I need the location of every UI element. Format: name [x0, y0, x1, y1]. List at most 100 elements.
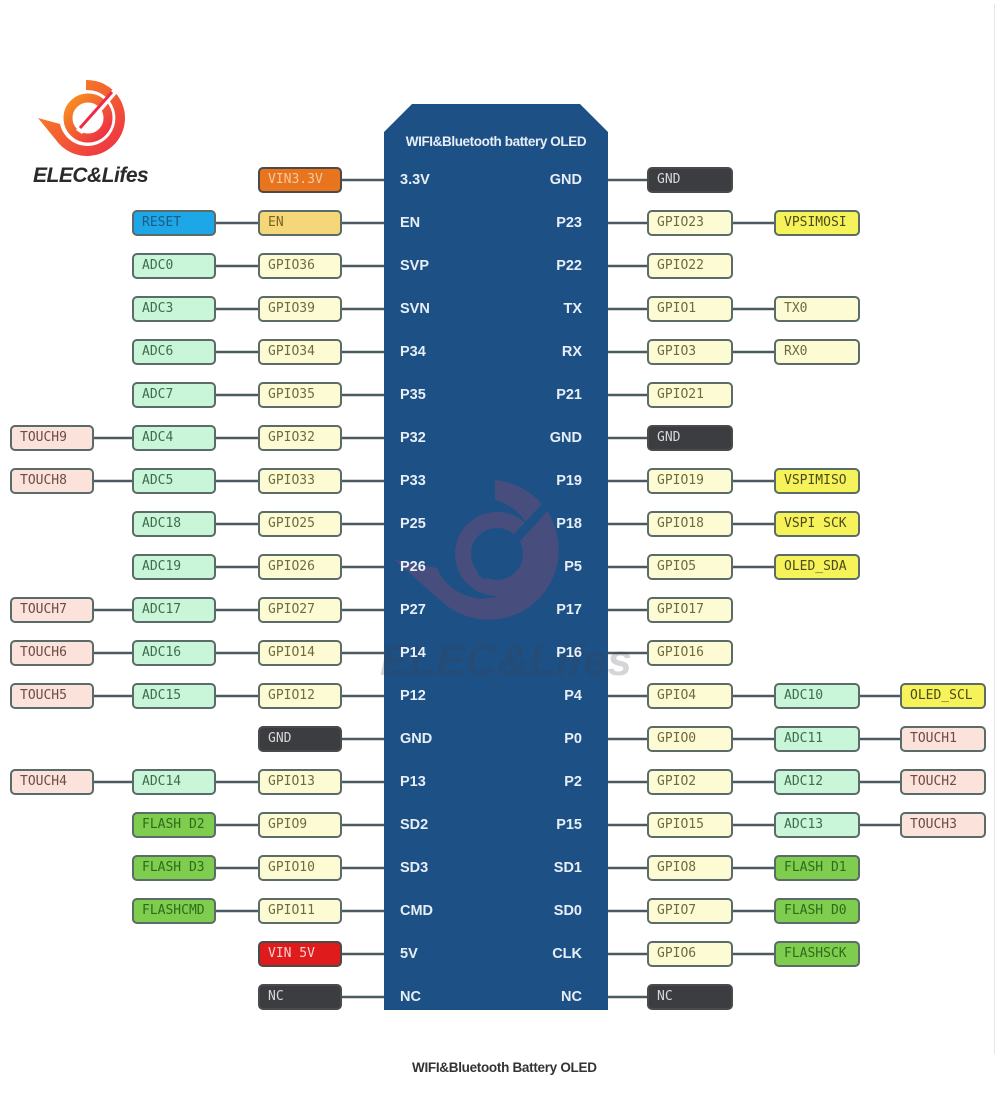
- pin-name-right: GND: [549, 430, 582, 446]
- pin-label-gpio: GPIO1: [647, 296, 733, 322]
- pin-name-right: SD0: [553, 903, 582, 919]
- pin-name-right: P5: [564, 559, 582, 575]
- pin-label-gpio: GPIO25: [258, 511, 342, 537]
- pin-label-flash: FLASHCMD: [132, 898, 216, 924]
- pin-label-uart: RX0: [774, 339, 860, 365]
- pin-label-power-5v: VIN 5V: [258, 941, 342, 967]
- pin-label-adc: ADC17: [132, 597, 216, 623]
- diagram-caption: WIFI&Bluetooth Battery OLED: [412, 1060, 597, 1075]
- pin-label-gpio: GPIO15: [647, 812, 733, 838]
- pin-name-right: P2: [564, 774, 582, 790]
- pin-name-left: EN: [400, 215, 421, 231]
- pin-label-uart: TX0: [774, 296, 860, 322]
- pin-label-gpio: GPIO13: [258, 769, 342, 795]
- pin-name-left: P34: [400, 344, 426, 360]
- pin-name-right: TX: [563, 301, 582, 317]
- pin-label-adc: ADC6: [132, 339, 216, 365]
- pin-label-touch: TOUCH4: [10, 769, 94, 795]
- pin-label-gpio: GPIO17: [647, 597, 733, 623]
- pin-name-right: CLK: [552, 946, 582, 962]
- pin-label-touch: TOUCH9: [10, 425, 94, 451]
- pin-label-adc: ADC4: [132, 425, 216, 451]
- pin-label-adc: ADC16: [132, 640, 216, 666]
- pin-name-right: P4: [564, 688, 582, 704]
- pin-label-adc: ADC14: [132, 769, 216, 795]
- pin-label-gpio: GPIO21: [647, 382, 733, 408]
- pin-name-left: P32: [400, 430, 426, 446]
- pin-label-ground: NC: [647, 984, 733, 1010]
- pin-label-peripheral-highlight: OLED_SDA: [774, 554, 860, 580]
- pin-name-left: SD3: [400, 860, 429, 876]
- pin-name-right: P18: [556, 516, 582, 532]
- pin-label-gpio: GPIO2: [647, 769, 733, 795]
- pin-label-adc: ADC10: [774, 683, 860, 709]
- pin-label-adc: ADC12: [774, 769, 860, 795]
- pin-label-adc: ADC5: [132, 468, 216, 494]
- pin-name-left: 5V: [400, 946, 418, 962]
- pin-label-gpio: GPIO8: [647, 855, 733, 881]
- pin-label-flash: FLASH D0: [774, 898, 860, 924]
- pin-name-right: P22: [556, 258, 582, 274]
- pin-label-gpio: GPIO12: [258, 683, 342, 709]
- pin-label-gpio: GPIO35: [258, 382, 342, 408]
- pin-name-left: P25: [400, 516, 426, 532]
- pin-label-touch: TOUCH3: [900, 812, 986, 838]
- pin-label-gpio: GPIO39: [258, 296, 342, 322]
- pin-label-gpio: GPIO7: [647, 898, 733, 924]
- pin-name-left: P12: [400, 688, 426, 704]
- pin-name-right: P15: [556, 817, 582, 833]
- pin-name-left: CMD: [400, 903, 434, 919]
- pin-label-gpio: GPIO18: [647, 511, 733, 537]
- pin-name-left: 3.3V: [400, 172, 430, 188]
- pin-label-adc: ADC19: [132, 554, 216, 580]
- pin-label-adc: ADC11: [774, 726, 860, 752]
- pin-label-gpio: GPIO33: [258, 468, 342, 494]
- pin-label-gpio: GPIO5: [647, 554, 733, 580]
- pin-label-flash: FLASH D1: [774, 855, 860, 881]
- pin-label-gpio: GPIO11: [258, 898, 342, 924]
- pin-label-adc: ADC13: [774, 812, 860, 838]
- pin-label-flash: FLASHSCK: [774, 941, 860, 967]
- pin-name-left: P26: [400, 559, 426, 575]
- pin-name-left: GND: [400, 731, 433, 747]
- pin-label-touch: TOUCH2: [900, 769, 986, 795]
- pin-label-gpio: GPIO23: [647, 210, 733, 236]
- pin-name-right: P21: [556, 387, 582, 403]
- pin-name-right: NC: [561, 989, 582, 1005]
- pin-label-gpio: GPIO16: [647, 640, 733, 666]
- pin-label-gpio: GPIO27: [258, 597, 342, 623]
- pin-label-flash: FLASH D3: [132, 855, 216, 881]
- pin-name-left: P33: [400, 473, 426, 489]
- pin-label-gpio: GPIO34: [258, 339, 342, 365]
- pin-name-left: P14: [400, 645, 426, 661]
- pin-label-adc: ADC3: [132, 296, 216, 322]
- pin-name-left: P35: [400, 387, 426, 403]
- pin-label-peripheral-highlight: VSPIMISO: [774, 468, 860, 494]
- pin-label-flash: FLASH D2: [132, 812, 216, 838]
- pin-label-gpio: GPIO26: [258, 554, 342, 580]
- pin-name-left: SD2: [400, 817, 429, 833]
- pin-label-peripheral-highlight: VSPI SCK: [774, 511, 860, 537]
- pin-label-touch: TOUCH6: [10, 640, 94, 666]
- pin-name-right: P16: [556, 645, 582, 661]
- pin-label-gpio: GPIO22: [647, 253, 733, 279]
- pin-label-enable: EN: [258, 210, 342, 236]
- pin-label-adc: ADC18: [132, 511, 216, 537]
- pin-label-peripheral-highlight: OLED_SCL: [900, 683, 986, 709]
- pin-label-gpio: GPIO14: [258, 640, 342, 666]
- pin-label-gpio: GPIO10: [258, 855, 342, 881]
- pin-name-left: NC: [400, 989, 421, 1005]
- pin-label-ground: GND: [647, 167, 733, 193]
- pin-label-adc: ADC0: [132, 253, 216, 279]
- pin-label-gpio: GPIO3: [647, 339, 733, 365]
- pin-label-gpio: GPIO36: [258, 253, 342, 279]
- pin-label-gpio: GPIO9: [258, 812, 342, 838]
- pin-name-right: P17: [556, 602, 582, 618]
- module-title: WIFI&Bluetooth battery OLED: [405, 134, 587, 149]
- pin-label-touch: TOUCH5: [10, 683, 94, 709]
- pin-label-adc: ADC15: [132, 683, 216, 709]
- pin-name-right: P19: [556, 473, 582, 489]
- pin-name-right: P23: [556, 215, 582, 231]
- pin-label-gpio: GPIO19: [647, 468, 733, 494]
- pin-label-reset: RESET: [132, 210, 216, 236]
